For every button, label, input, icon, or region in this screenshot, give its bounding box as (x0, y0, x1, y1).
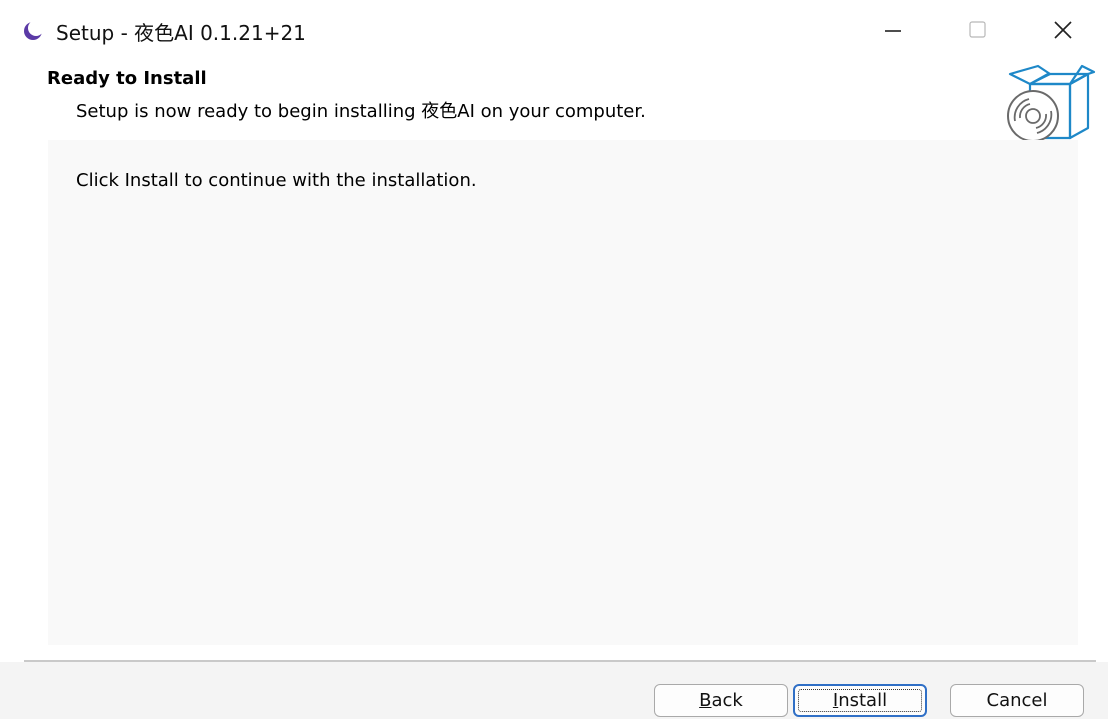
close-button[interactable] (1040, 12, 1086, 48)
software-box-disc-icon (1007, 64, 1096, 142)
cancel-button[interactable]: Cancel (950, 684, 1084, 717)
moon-icon (24, 20, 44, 40)
title-bar[interactable]: Setup - 夜色AI 0.1.21+21 (0, 0, 1108, 60)
maximize-icon (969, 21, 986, 38)
back-button-label: ack (711, 690, 743, 711)
wizard-content (48, 140, 1078, 645)
minimize-button[interactable] (870, 12, 916, 48)
close-icon (1054, 21, 1072, 39)
cancel-button-label: Cancel (986, 690, 1048, 711)
back-button-mnemonic: B (699, 690, 712, 711)
page-subtitle: Setup is now ready to begin installing 夜… (76, 101, 646, 122)
back-button[interactable]: Back (654, 684, 788, 717)
install-focus-ring (798, 689, 922, 712)
minimize-icon (885, 30, 901, 32)
instruction-text: Click Install to continue with the insta… (76, 170, 477, 191)
wizard-footer (0, 662, 1108, 719)
install-button[interactable]: Install (793, 684, 927, 717)
maximize-button[interactable] (954, 12, 1000, 48)
page-title: Ready to Install (47, 68, 207, 89)
window-title: Setup - 夜色AI 0.1.21+21 (56, 21, 306, 45)
